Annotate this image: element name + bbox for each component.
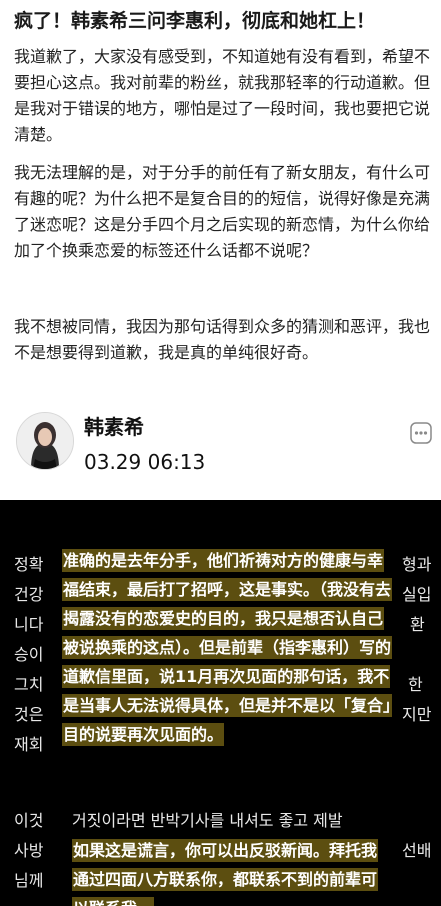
korean-fragment: 그치 — [14, 675, 44, 694]
korean-fragment: 형과 — [402, 555, 432, 574]
korean-fragment: 것은 — [14, 705, 44, 724]
korean-fragment: 재회 — [14, 735, 44, 754]
korean-fragment: 지만 — [402, 705, 432, 724]
korean-fragment: 정확 — [14, 555, 44, 574]
article-paragraph-2: 我无法理解的是，对于分手的前任有了新女朋友，有什么可有趣的呢？为什么把不是复合目… — [14, 163, 431, 260]
embedded-screenshot: 정확 건강 니다 승이 그치 것은 재회 이것 사방 님께 형과 실입 환 한 … — [0, 500, 441, 906]
korean-fragment: 사방 — [14, 841, 44, 860]
article-body: 疯了！韩素希三问李惠利，彻底和她杠上！ 我道歉了，大家没有感受到，不知道她有没有… — [0, 0, 441, 500]
author-row[interactable]: 韩素希 03.29 06:13 — [14, 412, 434, 482]
korean-fragment: 환 — [410, 615, 425, 634]
article-paragraph-1: 我道歉了，大家没有感受到，不知道她有没有看到，希望不要担心这点。我对前辈的粉丝，… — [14, 47, 431, 144]
translation-text-2: 如果这是谎言，你可以出反驳新闻。拜托我通过四面八方联系你，都联系不到的前辈可以联… — [72, 839, 379, 906]
post-timestamp: 03.29 06:13 — [84, 450, 206, 474]
korean-fragment: 이것 — [14, 811, 44, 830]
korean-fragment: 실입 — [402, 585, 432, 604]
korean-line: 거짓이라면 반박기사를 내셔도 좋고 제발 — [72, 811, 343, 830]
korean-fragment: 한 — [408, 675, 423, 694]
article-paragraph-3: 我不想被同情，我因为那句话得到众多的猜测和恶评，我也不是想要得到道歉，我是真的单… — [14, 317, 431, 362]
korean-fragment: 건강 — [14, 585, 44, 604]
korean-fragment: 니다 — [14, 615, 44, 634]
translation-overlay-2: 如果这是谎言，你可以出反驳新闻。拜托我通过四面八方联系你，都联系不到的前辈可以联… — [72, 836, 392, 906]
korean-fragment: 선배 — [402, 841, 432, 860]
translation-text-1: 准确的是去年分手，他们祈祷对方的健康与幸福结束，最后打了招呼，这是事实。（我没有… — [62, 549, 393, 746]
author-name[interactable]: 韩素希 — [84, 412, 144, 442]
article-headline: 疯了！韩素希三问李惠利，彻底和她杠上！ — [14, 10, 376, 32]
korean-fragment: 님께 — [14, 871, 44, 890]
avatar-image — [17, 413, 73, 469]
avatar[interactable] — [16, 412, 74, 470]
more-options-icon[interactable] — [410, 422, 432, 444]
translation-overlay-1: 准确的是去年分手，他们祈祷对方的健康与幸福结束，最后打了招呼，这是事实。（我没有… — [62, 546, 393, 749]
korean-fragment: 승이 — [14, 645, 44, 664]
